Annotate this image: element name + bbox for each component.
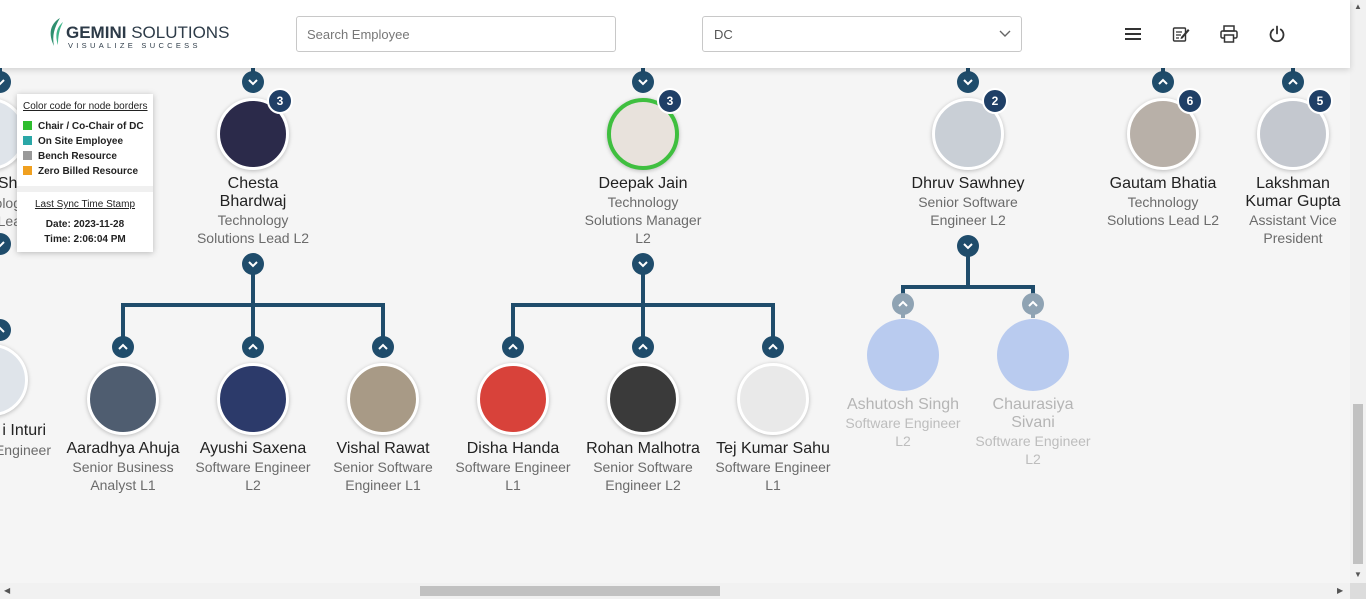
employee-role: Senior Software Engineer L1: [333, 459, 433, 493]
search-employee-input[interactable]: [296, 16, 616, 52]
employee-name: Ashutosh Singh: [846, 396, 960, 413]
vertical-scroll-thumb[interactable]: [1353, 404, 1363, 564]
expand-toggle-button[interactable]: [372, 336, 394, 358]
employee-name: Deepak Jain: [598, 175, 688, 192]
dc-select[interactable]: DC: [702, 16, 1022, 52]
chevron-down-icon: [999, 30, 1011, 37]
expand-toggle-button[interactable]: [1152, 71, 1174, 93]
employee-name: Rohan Malhotra: [586, 440, 700, 457]
legend-item: Chair / Co-Chair of DC: [23, 121, 144, 132]
employee-role: Software Engineer L1: [715, 459, 831, 493]
expand-toggle-button[interactable]: [112, 336, 134, 358]
employee-name: Chesta Bhardwaj: [219, 175, 287, 210]
scroll-left-arrow-icon[interactable]: ◀: [4, 586, 10, 595]
employee-name: Disha Handa: [466, 440, 560, 457]
legend-swatch: [23, 136, 32, 145]
avatar-placeholder[interactable]: [867, 319, 939, 391]
legend-swatch: [23, 166, 32, 175]
collapse-toggle-button[interactable]: [242, 253, 264, 275]
employee-role: Technology Solutions Lead L2: [196, 212, 310, 246]
employee-role: Senior Business Analyst L1: [72, 459, 174, 493]
legend-swatch: [23, 151, 32, 160]
logo-text: GEMINI SOLUTIONS: [66, 23, 230, 42]
sync-title: Last Sync Time Stamp: [34, 199, 136, 210]
employee-name: Gautam Bhatia: [1109, 175, 1217, 192]
employee-name: Ayushi Saxena: [199, 440, 307, 457]
expand-toggle-button[interactable]: [1022, 293, 1044, 315]
legend-item: On Site Employee: [23, 136, 123, 147]
dc-select-value: DC: [714, 27, 733, 42]
employee-role: Software Engineer L2: [975, 433, 1091, 467]
power-icon[interactable]: [1267, 24, 1287, 44]
expand-toggle-button[interactable]: [762, 336, 784, 358]
menu-icon[interactable]: [1123, 24, 1143, 44]
collapse-toggle-button[interactable]: [632, 71, 654, 93]
employee-name: Lakshman Kumar Gupta: [1245, 175, 1341, 210]
employee-role: Senior Software Engineer L2: [918, 194, 1018, 228]
collapse-toggle-button[interactable]: [242, 71, 264, 93]
employee-role: Software Engineer L2: [195, 459, 311, 493]
collapse-toggle-button[interactable]: [957, 235, 979, 257]
employee-role: Technology Solutions Manager L2: [584, 194, 702, 246]
employee-role: Senior Software Engineer L2: [593, 459, 693, 493]
print-icon[interactable]: [1219, 24, 1239, 44]
employee-name: i Inturi: [2, 422, 46, 439]
employee-role: Engineer: [0, 442, 51, 458]
scroll-right-arrow-icon[interactable]: ▶: [1337, 586, 1343, 595]
avatar-vishal-rawat[interactable]: [347, 363, 419, 435]
org-chart-canvas[interactable]: Sharm olog Lea i Inturi Engineer 3 Chest…: [0, 68, 1350, 583]
employee-name: Chaurasiya Sivani: [992, 396, 1074, 431]
expand-toggle-button[interactable]: [892, 293, 914, 315]
scroll-down-arrow-icon[interactable]: ▼: [1354, 570, 1362, 579]
expand-toggle-button[interactable]: [632, 336, 654, 358]
sync-date: Date: 2023-11-28: [45, 219, 125, 230]
avatar-rohan-malhotra[interactable]: [607, 363, 679, 435]
avatar-placeholder[interactable]: [997, 319, 1069, 391]
avatar-aaradhya-ahuja[interactable]: [87, 363, 159, 435]
color-legend-panel: Color code for node borders Chair / Co-C…: [17, 94, 153, 252]
employee-role: Software Engineer L2: [845, 415, 961, 449]
expand-toggle-button[interactable]: [502, 336, 524, 358]
logo-leaf-icon: [50, 18, 63, 46]
edit-note-icon[interactable]: [1171, 24, 1191, 44]
avatar-disha-handa[interactable]: [477, 363, 549, 435]
reportee-count-badge: 2: [982, 88, 1008, 114]
reportee-count-badge: 3: [657, 88, 683, 114]
expand-toggle-button[interactable]: [1282, 71, 1304, 93]
employee-name: Dhruv Sawhney: [911, 175, 1025, 192]
employee-role: Technology Solutions Lead L2: [1106, 194, 1220, 228]
gemini-logo[interactable]: GEMINI SOLUTIONS VISUALIZE SUCCESS: [46, 16, 229, 52]
scrollbar-corner: [1350, 583, 1366, 599]
legend-divider: [17, 186, 153, 192]
employee-name: Vishal Rawat: [336, 440, 430, 457]
legend-item: Zero Billed Resource: [23, 166, 138, 177]
employee-role: Software Engineer L1: [455, 459, 571, 493]
reportee-count-badge: 6: [1177, 88, 1203, 114]
vertical-scrollbar[interactable]: ▲ ▼: [1350, 0, 1366, 583]
reportee-count-badge: 3: [267, 88, 293, 114]
employee-name: Aaradhya Ahuja: [66, 440, 180, 457]
logo-tagline: VISUALIZE SUCCESS: [68, 41, 201, 50]
employee-role: Assistant Vice President: [1249, 212, 1337, 246]
horizontal-scroll-thumb[interactable]: [420, 586, 720, 596]
reportee-count-badge: 5: [1307, 88, 1333, 114]
expand-toggle-button[interactable]: [242, 336, 264, 358]
legend-swatch: [23, 121, 32, 130]
collapse-toggle-button[interactable]: [632, 253, 654, 275]
horizontal-scrollbar[interactable]: ◀ ▶: [0, 583, 1350, 599]
legend-item: Bench Resource: [23, 151, 117, 162]
scroll-up-arrow-icon[interactable]: ▲: [1354, 2, 1362, 11]
collapse-toggle-button[interactable]: [957, 71, 979, 93]
legend-title: Color code for node borders: [23, 101, 148, 112]
avatar-tej-kumar-sahu[interactable]: [737, 363, 809, 435]
sync-time: Time: 2:06:04 PM: [44, 234, 126, 245]
avatar-ayushi-saxena[interactable]: [217, 363, 289, 435]
employee-name: Tej Kumar Sahu: [716, 440, 830, 457]
app-header: GEMINI SOLUTIONS VISUALIZE SUCCESS DC: [0, 0, 1350, 68]
